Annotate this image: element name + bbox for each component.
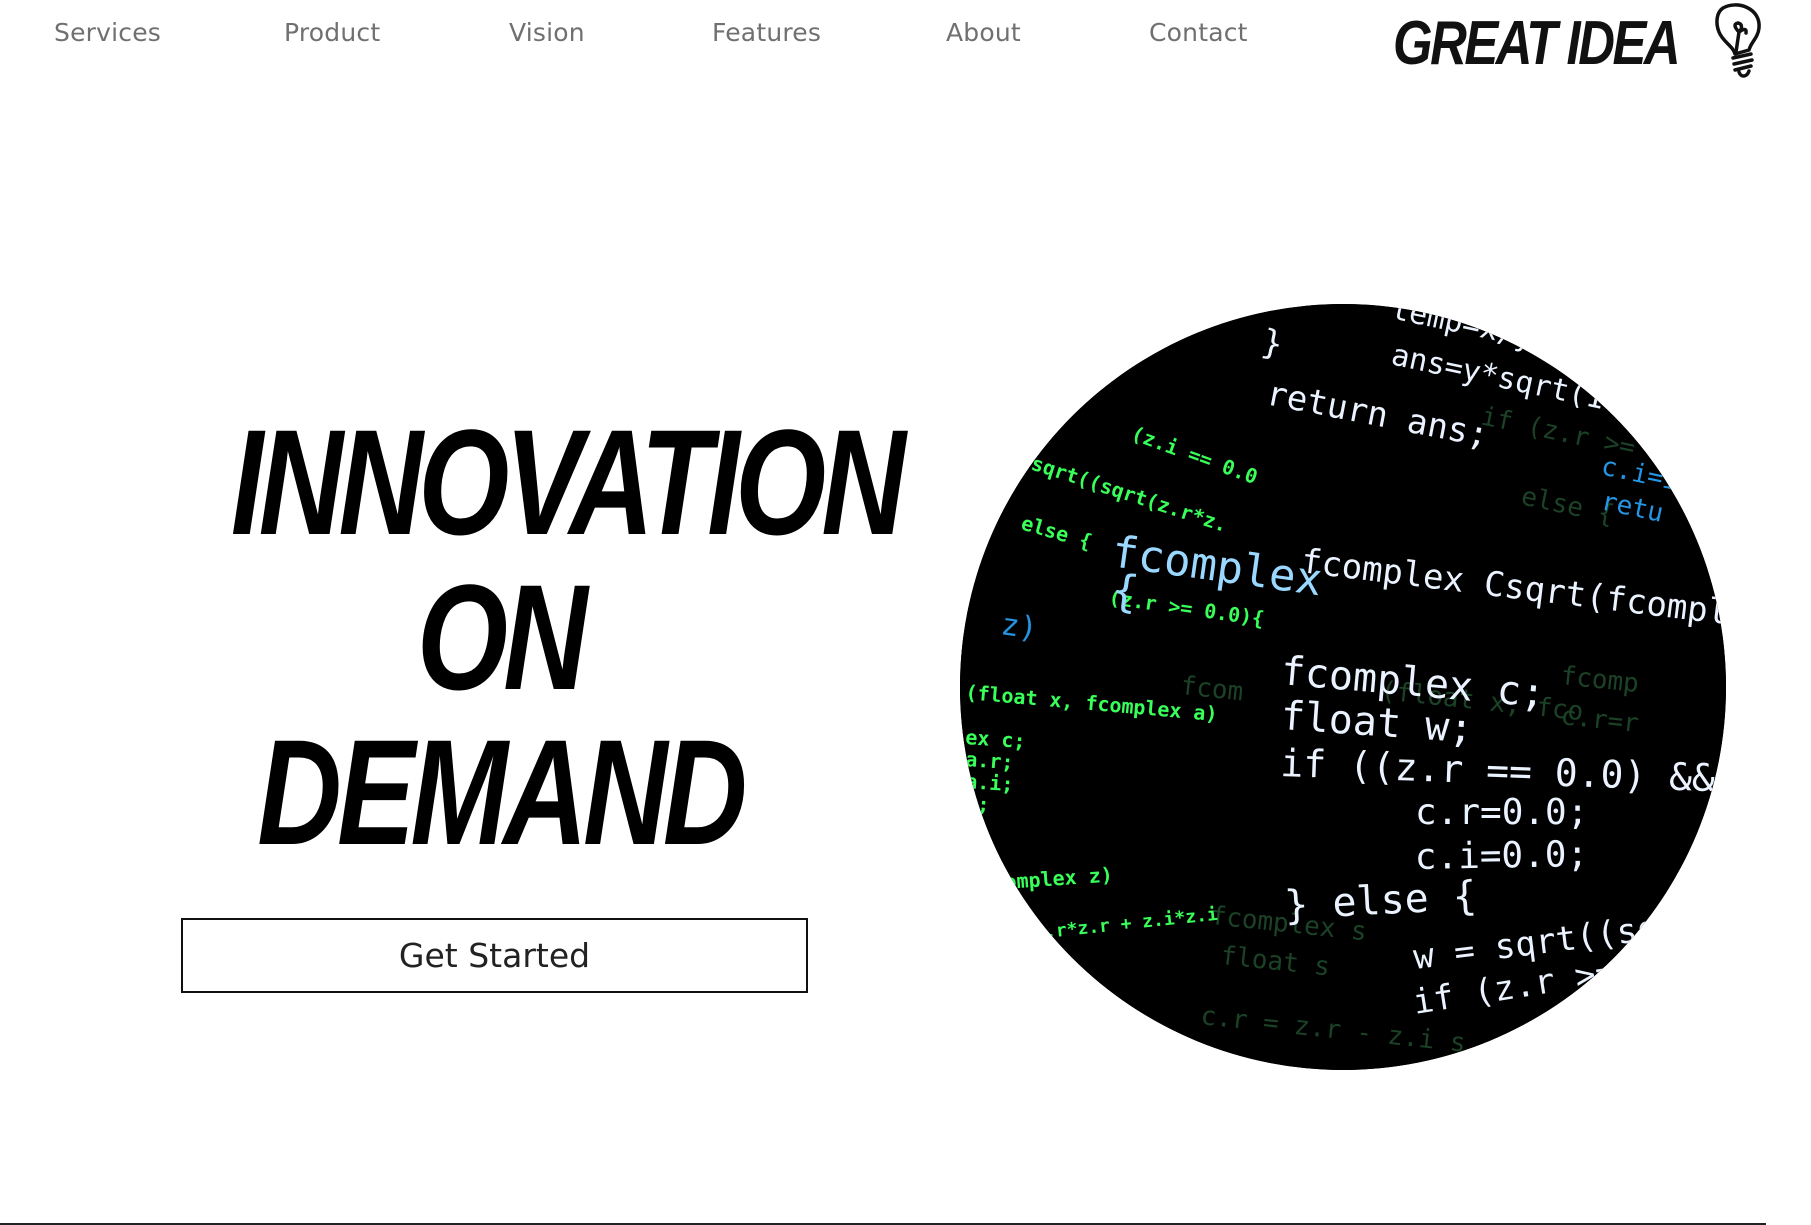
headline-line-2: ON <box>416 553 588 721</box>
logo-text: GREAT IDEA <box>1393 9 1681 78</box>
logo[interactable]: GREAT IDEA <box>1393 2 1765 88</box>
nav-vision[interactable]: Vision <box>509 18 585 47</box>
nav-about[interactable]: About <box>946 18 1021 47</box>
headline-line-1: INNOVATION <box>230 398 906 566</box>
code-line: c; <box>965 791 991 817</box>
lightbulb-icon <box>1715 3 1761 78</box>
headline-line-3: DEMAND <box>257 708 747 876</box>
hero-headline: INNOVATION ON DEMAND <box>155 398 906 876</box>
code-screen-svg: fcom (float x, fco fcomp c.r=r fcomplex … <box>960 304 1726 1070</box>
nav-product[interactable]: Product <box>284 18 380 47</box>
nav-features[interactable]: Features <box>712 18 821 47</box>
get-started-button[interactable]: Get Started <box>181 918 808 993</box>
nav-services[interactable]: Services <box>54 18 161 47</box>
code-line: c.r=0.0; <box>1415 792 1588 833</box>
code-screen-image: fcom (float x, fco fcomp c.r=r fcomplex … <box>960 304 1726 1070</box>
nav-contact[interactable]: Contact <box>1149 18 1248 47</box>
svg-text:z): z) <box>999 607 1040 647</box>
code-line: c.i=0.0; <box>1414 834 1588 878</box>
